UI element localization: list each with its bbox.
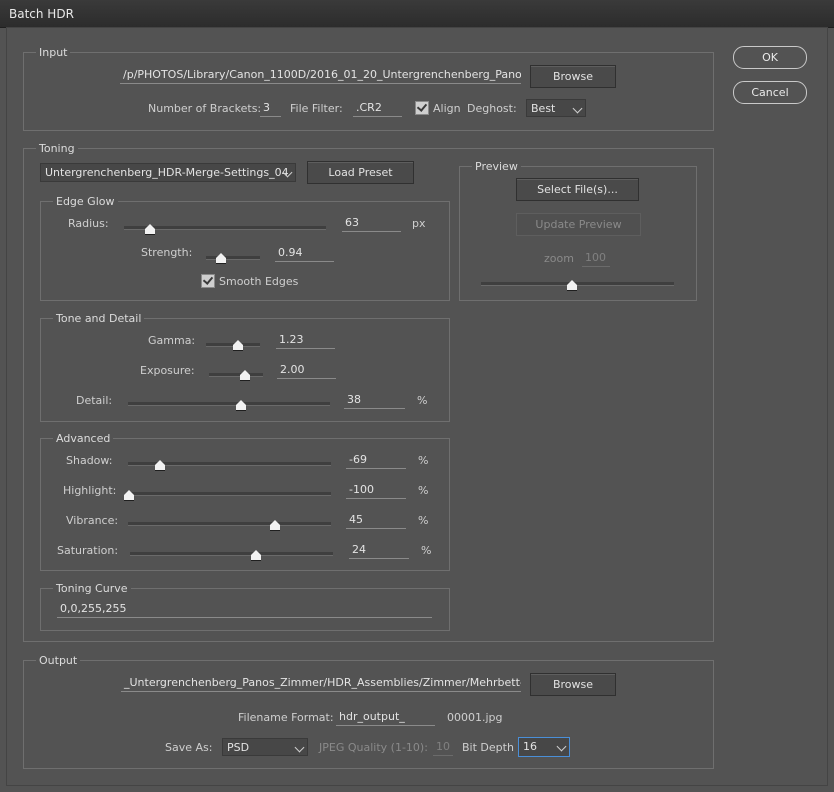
- shadow-label: Shadow:: [66, 454, 113, 467]
- brackets-field[interactable]: 3: [260, 100, 281, 117]
- exposure-label: Exposure:: [140, 364, 195, 377]
- bit-depth-label: Bit Depth: [462, 741, 514, 754]
- filename-format-field[interactable]: hdr_output_: [336, 709, 435, 726]
- shadow-unit: %: [418, 454, 429, 467]
- detail-label: Detail:: [76, 394, 113, 407]
- toning-group-title: Toning: [36, 142, 78, 155]
- smooth-edges-label: Smooth Edges: [219, 275, 299, 288]
- align-checkbox[interactable]: [415, 101, 429, 115]
- toning-curve-field[interactable]: 0,0,255,255: [57, 601, 432, 618]
- chevron-down-icon: [572, 103, 583, 114]
- filename-format-suffix: 00001.jpg: [447, 711, 503, 724]
- vibrance-label: Vibrance:: [66, 514, 119, 527]
- preview-title: Preview: [472, 160, 521, 173]
- input-group-title: Input: [36, 46, 71, 59]
- highlight-field[interactable]: -100: [346, 482, 406, 499]
- deghost-select[interactable]: Best: [526, 99, 586, 117]
- deghost-label: Deghost:: [467, 102, 517, 115]
- vibrance-unit: %: [418, 514, 429, 527]
- save-as-label: Save As:: [165, 741, 213, 754]
- jpeg-quality-label: JPEG Quality (1-10):: [319, 741, 428, 754]
- file-filter-field[interactable]: .CR2: [353, 100, 402, 117]
- chevron-down-icon: [294, 742, 305, 753]
- filename-format-label: Filename Format:: [238, 711, 334, 724]
- edge-glow-title: Edge Glow: [53, 195, 118, 208]
- gamma-label: Gamma:: [148, 334, 196, 347]
- input-path-field[interactable]: /p/PHOTOS/Library/Canon_1100D/2016_01_20…: [120, 67, 521, 84]
- detail-unit: %: [417, 394, 428, 407]
- saturation-label: Saturation:: [57, 544, 119, 557]
- strength-label: Strength:: [141, 246, 193, 259]
- highlight-label: Highlight:: [63, 484, 117, 497]
- input-browse-button[interactable]: Browse: [530, 65, 616, 88]
- highlight-unit: %: [418, 484, 429, 497]
- zoom-label: zoom: [544, 252, 574, 265]
- chevron-down-icon: [556, 741, 567, 752]
- exposure-slider-track[interactable]: [209, 373, 263, 377]
- radius-field[interactable]: 63: [342, 215, 401, 232]
- bit-depth-select-value: 16: [523, 740, 537, 753]
- input-group: [23, 52, 714, 131]
- zoom-field[interactable]: 100: [582, 250, 610, 267]
- saturation-unit: %: [421, 544, 432, 557]
- detail-field[interactable]: 38: [344, 392, 405, 409]
- radius-unit: px: [412, 217, 426, 230]
- toning-curve-title: Toning Curve: [53, 582, 131, 595]
- vibrance-slider-track[interactable]: [128, 522, 331, 526]
- saturation-slider-track[interactable]: [130, 552, 333, 556]
- align-label: Align: [433, 102, 461, 115]
- preset-select[interactable]: Untergrenchenberg_HDR-Merge-Settings_04: [40, 163, 296, 182]
- saturation-field[interactable]: 24: [349, 542, 409, 559]
- shadow-field[interactable]: -69: [346, 452, 406, 469]
- save-as-select[interactable]: PSD: [222, 738, 308, 756]
- ok-button[interactable]: OK: [733, 46, 807, 69]
- bit-depth-select[interactable]: 16: [518, 737, 570, 757]
- highlight-slider-track[interactable]: [127, 492, 331, 496]
- select-files-button[interactable]: Select File(s)...: [516, 178, 639, 201]
- strength-slider-track[interactable]: [206, 256, 260, 260]
- deghost-select-value: Best: [531, 102, 556, 115]
- output-browse-button[interactable]: Browse: [530, 673, 616, 696]
- gamma-field[interactable]: 1.23: [276, 332, 335, 349]
- detail-slider-track[interactable]: [128, 402, 330, 406]
- zoom-slider-track[interactable]: [481, 282, 674, 286]
- save-as-select-value: PSD: [227, 741, 250, 754]
- output-group-title: Output: [36, 654, 81, 667]
- update-preview-button[interactable]: Update Preview: [516, 213, 641, 236]
- smooth-edges-checkbox[interactable]: [201, 274, 215, 288]
- output-path-field[interactable]: _Untergrenchenberg_Panos_Zimmer/HDR_Asse…: [121, 675, 521, 692]
- exposure-field[interactable]: 2.00: [277, 362, 336, 379]
- window-title: Batch HDR: [9, 7, 74, 21]
- vibrance-field[interactable]: 45: [346, 512, 406, 529]
- brackets-label: Number of Brackets:: [148, 102, 262, 115]
- radius-label: Radius:: [68, 217, 109, 230]
- strength-field[interactable]: 0.94: [275, 245, 334, 262]
- load-preset-button[interactable]: Load Preset: [307, 161, 414, 184]
- file-filter-label: File Filter:: [290, 102, 343, 115]
- tone-detail-title: Tone and Detail: [53, 312, 145, 325]
- title-bar: Batch HDR: [0, 0, 834, 28]
- preset-select-value: Untergrenchenberg_HDR-Merge-Settings_04: [45, 166, 289, 179]
- jpeg-quality-field[interactable]: 10: [433, 739, 453, 756]
- cancel-button[interactable]: Cancel: [733, 81, 807, 104]
- advanced-title: Advanced: [53, 432, 114, 445]
